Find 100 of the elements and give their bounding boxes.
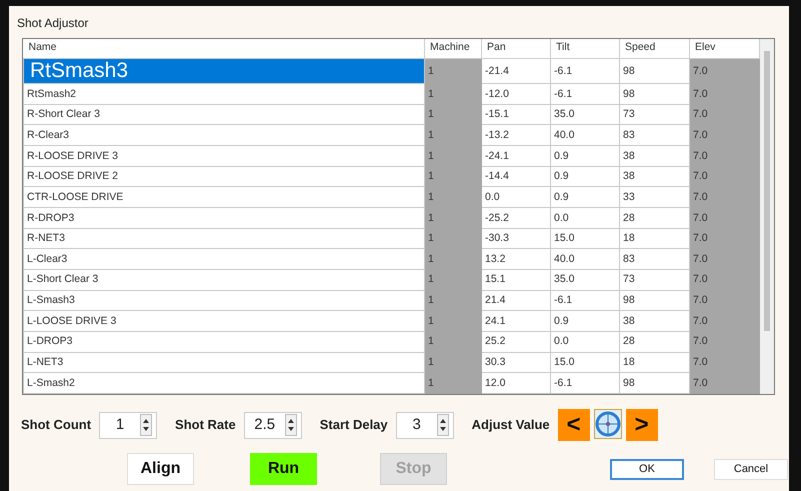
spinner-field[interactable]: 2.5: [244, 412, 302, 438]
table-cell[interactable]: 0.9: [550, 166, 620, 187]
table-cell[interactable]: 7.0: [690, 290, 760, 311]
table-cell[interactable]: L-NET3: [24, 352, 424, 373]
action-button[interactable]: OK: [610, 458, 684, 480]
table-cell[interactable]: 15.0: [550, 228, 620, 249]
table-cell[interactable]: 7.0: [690, 331, 760, 352]
table-cell[interactable]: 15.0: [550, 352, 620, 373]
table-cell[interactable]: 1: [424, 269, 482, 290]
table-cell[interactable]: 7.0: [690, 269, 760, 290]
table-cell[interactable]: 18: [620, 352, 690, 373]
table-cell[interactable]: -24.1: [482, 145, 550, 166]
table-cell[interactable]: RtSmash2: [24, 83, 424, 104]
table-cell[interactable]: 7.0: [690, 248, 760, 270]
table-cell[interactable]: 13.2: [482, 248, 550, 270]
table-cell[interactable]: 7.0: [690, 207, 760, 228]
table-cell[interactable]: 40.0: [550, 248, 620, 270]
table-cell[interactable]: 7.0: [690, 83, 760, 104]
spinner-field[interactable]: 1: [99, 412, 158, 438]
table-cell[interactable]: R-DROP3: [24, 207, 424, 228]
table-cell[interactable]: 38: [620, 166, 690, 187]
table-cell[interactable]: 1: [424, 228, 482, 249]
table-cell[interactable]: 7.0: [690, 352, 760, 373]
table-cell[interactable]: 15.1: [482, 269, 550, 290]
table-cell[interactable]: 83: [620, 124, 690, 146]
spin-arrows-icon[interactable]: [436, 414, 449, 436]
table-cell[interactable]: 1: [424, 310, 482, 332]
table-cell[interactable]: R-LOOSE DRIVE 3: [24, 145, 424, 166]
table-cell[interactable]: CTR-LOOSE DRIVE: [24, 186, 424, 208]
table-cell[interactable]: 1: [424, 145, 482, 166]
decrease-button[interactable]: <: [558, 409, 590, 441]
increase-button[interactable]: >: [626, 409, 658, 441]
table-cell[interactable]: 12.0: [482, 372, 550, 394]
table-cell[interactable]: 1: [424, 104, 482, 125]
action-button[interactable]: Align: [127, 453, 194, 485]
column-header[interactable]: Name: [24, 39, 424, 58]
column-header[interactable]: Pan: [482, 39, 550, 58]
table-cell[interactable]: 35.0: [550, 104, 620, 125]
table-cell[interactable]: 38: [620, 310, 690, 332]
table-cell[interactable]: 7.0: [690, 58, 760, 84]
table-cell[interactable]: R-NET3: [24, 228, 424, 249]
table-cell[interactable]: 98: [620, 290, 690, 311]
table-cell[interactable]: -6.1: [550, 372, 620, 394]
table-cell[interactable]: L-LOOSE DRIVE 3: [24, 310, 424, 332]
table-cell[interactable]: 21.4: [482, 290, 550, 311]
table-cell[interactable]: -6.1: [550, 83, 620, 104]
table-cell[interactable]: 73: [620, 104, 690, 125]
scrollbar-thumb[interactable]: [764, 51, 770, 331]
table-cell[interactable]: 40.0: [550, 124, 620, 146]
table-cell[interactable]: 0.0: [482, 186, 550, 208]
table-cell[interactable]: L-Smash3: [24, 290, 424, 311]
table-cell[interactable]: 1: [424, 372, 482, 394]
table-cell[interactable]: 1: [424, 166, 482, 187]
table-cell[interactable]: 7.0: [690, 228, 760, 249]
table-cell[interactable]: 73: [620, 269, 690, 290]
table-cell[interactable]: R-Clear3: [24, 124, 424, 146]
column-header[interactable]: Tilt: [550, 39, 620, 58]
table-cell[interactable]: 98: [620, 83, 690, 104]
table-cell[interactable]: 7.0: [690, 372, 760, 394]
table-cell[interactable]: -30.3: [482, 228, 550, 249]
table-cell[interactable]: 0.9: [550, 310, 620, 332]
table-cell[interactable]: 98: [620, 372, 690, 394]
table-cell[interactable]: 83: [620, 248, 690, 270]
table-cell[interactable]: R-Short Clear 3: [24, 104, 424, 125]
table-cell[interactable]: 7.0: [690, 166, 760, 187]
table-cell[interactable]: 7.0: [690, 104, 760, 125]
target-icon[interactable]: [594, 409, 622, 441]
table-cell[interactable]: 1: [424, 207, 482, 228]
table-cell[interactable]: 7.0: [690, 310, 760, 332]
column-header[interactable]: Elev: [690, 39, 760, 58]
table-cell[interactable]: 7.0: [690, 186, 760, 208]
table-cell[interactable]: 24.1: [482, 310, 550, 332]
table-cell[interactable]: 1: [424, 331, 482, 352]
table-cell[interactable]: L-DROP3: [24, 331, 424, 352]
table-cell[interactable]: 1: [424, 248, 482, 270]
table-cell[interactable]: 0.0: [550, 207, 620, 228]
table-cell[interactable]: 0.9: [550, 145, 620, 166]
table-cell[interactable]: -15.1: [482, 104, 550, 125]
table-cell[interactable]: 38: [620, 145, 690, 166]
table-cell[interactable]: -12.0: [482, 83, 550, 104]
table-cell[interactable]: 1: [424, 186, 482, 208]
table-cell[interactable]: 28: [620, 207, 690, 228]
table-cell[interactable]: RtSmash3: [24, 58, 424, 84]
table-cell[interactable]: 7.0: [690, 124, 760, 146]
table-cell[interactable]: -21.4: [482, 58, 550, 84]
table-cell[interactable]: 28: [620, 331, 690, 352]
table-cell[interactable]: L-Smash2: [24, 372, 424, 394]
table-cell[interactable]: L-Clear3: [24, 248, 424, 270]
table-cell[interactable]: 25.2: [482, 331, 550, 352]
column-header[interactable]: Speed: [620, 39, 690, 58]
table-cell[interactable]: 1: [424, 83, 482, 104]
table-cell[interactable]: 1: [424, 58, 482, 84]
table-cell[interactable]: -25.2: [482, 207, 550, 228]
action-button[interactable]: Run: [250, 453, 317, 485]
table-cell[interactable]: -6.1: [550, 290, 620, 311]
table-cell[interactable]: -13.2: [482, 124, 550, 146]
table-cell[interactable]: 30.3: [482, 352, 550, 373]
table-cell[interactable]: 1: [424, 124, 482, 146]
spinner-field[interactable]: 3: [396, 412, 454, 438]
table-cell[interactable]: 0.9: [550, 186, 620, 208]
